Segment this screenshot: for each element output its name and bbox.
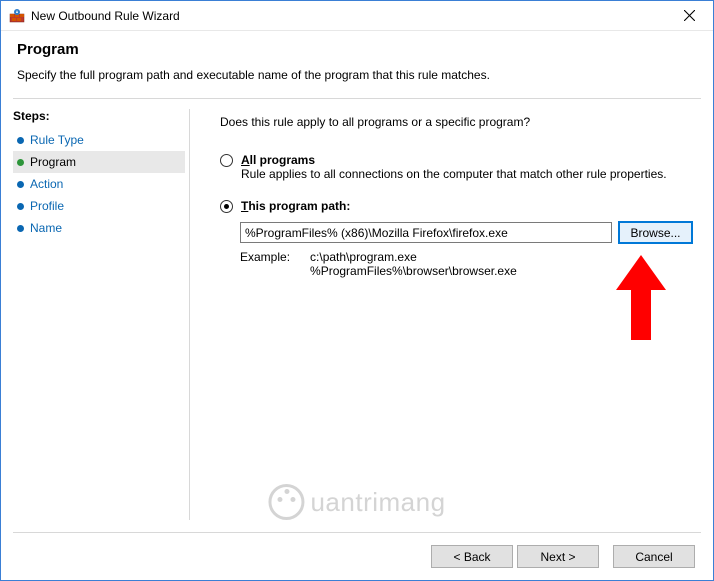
option-all-mnemonic: A: [241, 153, 250, 167]
program-path-row: Browse...: [240, 221, 693, 244]
step-label: Action: [30, 177, 63, 191]
page-title: Program: [17, 41, 697, 58]
example-label: Example:: [240, 250, 290, 278]
window-title: New Outbound Rule Wizard: [31, 9, 669, 23]
next-button[interactable]: Next >: [517, 545, 599, 568]
option-all-programs[interactable]: All programs Rule applies to all connect…: [220, 153, 693, 181]
step-label: Program: [30, 155, 76, 169]
step-action[interactable]: Action: [13, 173, 185, 195]
page-description: Specify the full program path and execut…: [17, 68, 697, 82]
browse-button[interactable]: Browse...: [618, 221, 693, 244]
program-path-input[interactable]: [240, 222, 612, 243]
step-name[interactable]: Name: [13, 217, 185, 239]
step-label: Profile: [30, 199, 64, 213]
main-prompt: Does this rule apply to all programs or …: [220, 115, 693, 129]
radio-all-programs[interactable]: [220, 154, 233, 167]
bullet-icon: [17, 225, 24, 232]
option-this-label: This program path:: [241, 199, 350, 213]
firewall-icon: [9, 8, 25, 24]
wizard-body: Steps: Rule Type Program Action Profile …: [1, 99, 713, 530]
bullet-icon: [17, 181, 24, 188]
wizard-window: New Outbound Rule Wizard Program Specify…: [0, 0, 714, 581]
example-text: c:\path\program.exe %ProgramFiles%\brows…: [310, 250, 517, 278]
option-all-desc: Rule applies to all connections on the c…: [241, 167, 667, 181]
option-all-label-rest: ll programs: [250, 153, 315, 167]
bullet-icon: [17, 203, 24, 210]
back-button[interactable]: < Back: [431, 545, 513, 568]
step-rule-type[interactable]: Rule Type: [13, 129, 185, 151]
example-row: Example: c:\path\program.exe %ProgramFil…: [240, 250, 693, 278]
radio-this-path[interactable]: [220, 200, 233, 213]
bullet-icon: [17, 137, 24, 144]
titlebar: New Outbound Rule Wizard: [1, 1, 713, 31]
steps-sidebar: Steps: Rule Type Program Action Profile …: [1, 99, 189, 530]
steps-heading: Steps:: [13, 109, 185, 123]
main-pane: Does this rule apply to all programs or …: [190, 99, 713, 530]
option-all-label-wrap: All programs Rule applies to all connect…: [241, 153, 667, 181]
option-this-path-block: This program path: Browse... Example: c:…: [220, 199, 693, 278]
option-this-label-wrap: This program path:: [241, 199, 350, 213]
option-this-path[interactable]: This program path:: [220, 199, 693, 213]
step-program[interactable]: Program: [13, 151, 185, 173]
close-button[interactable]: [669, 2, 709, 30]
page-header: Program Specify the full program path an…: [1, 31, 713, 94]
bullet-icon: [17, 159, 24, 166]
step-label: Name: [30, 221, 62, 235]
option-this-label-rest: his program path:: [248, 199, 350, 213]
option-all-programs-block: All programs Rule applies to all connect…: [220, 153, 693, 181]
button-bar: < Back Next > Cancel: [13, 532, 701, 580]
close-icon: [684, 10, 695, 21]
cancel-button[interactable]: Cancel: [613, 545, 695, 568]
step-profile[interactable]: Profile: [13, 195, 185, 217]
step-label: Rule Type: [30, 133, 84, 147]
option-all-label: All programs: [241, 153, 315, 167]
